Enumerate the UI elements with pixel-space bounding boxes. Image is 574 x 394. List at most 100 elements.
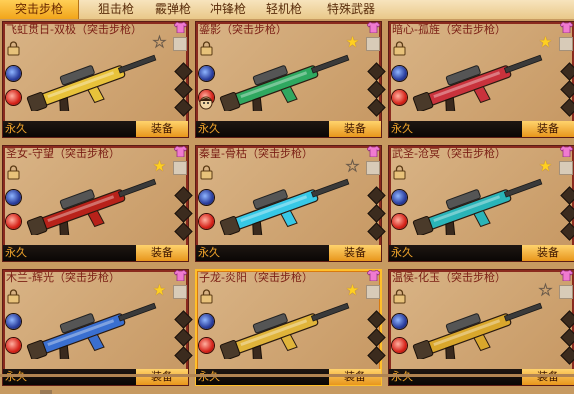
weapon-info-bar: 永久 装备: [3, 369, 188, 385]
lock-icon: [393, 41, 406, 56]
weapon-name: 圣女-守望（突击步枪）: [6, 147, 120, 160]
weapon-card[interactable]: 子龙-炎阳（突击步枪） ★: [193, 267, 386, 388]
select-checkbox[interactable]: [366, 37, 380, 51]
weapon-name: 暗心-孤旌（突击步枪）: [392, 23, 506, 36]
lock-icon: [393, 289, 406, 304]
equip-button[interactable]: 装备: [522, 245, 574, 261]
select-checkbox[interactable]: [559, 37, 573, 51]
skill-blue-icon: [392, 314, 407, 329]
tshirt-icon: [560, 146, 573, 157]
duration-label: 永久: [198, 370, 220, 384]
skill-blue-icon: [6, 190, 21, 205]
weapon-image: [219, 302, 350, 359]
favorite-star-icon[interactable]: ★: [152, 283, 167, 298]
equip-button[interactable]: 装备: [329, 245, 381, 261]
equip-button[interactable]: 装备: [329, 121, 381, 137]
tshirt-icon: [367, 146, 380, 157]
weapon-info-bar: 永久 装备: [389, 245, 574, 261]
weapon-image: [26, 302, 157, 359]
weapon-image: [219, 178, 350, 235]
tab-lmg[interactable]: 轻机枪: [258, 0, 310, 19]
skill-red-icon: [392, 338, 407, 353]
duration-label: 永久: [391, 370, 413, 384]
weapon-card[interactable]: 武圣-沧冥（突击步枪） ★ 永久 装备: [386, 143, 574, 264]
weapon-image: [412, 178, 543, 235]
favorite-star-icon[interactable]: ★: [345, 283, 360, 298]
favorite-star-icon[interactable]: ★: [538, 159, 553, 174]
select-checkbox[interactable]: [173, 285, 187, 299]
weapon-name: 秦皇-骨枯（突击步枪）: [199, 147, 313, 160]
tshirt-icon: [174, 22, 187, 33]
tab-shotgun[interactable]: 霰弹枪: [147, 0, 199, 19]
favorite-star-icon[interactable]: ★: [538, 35, 553, 50]
favorite-star-icon[interactable]: ★: [152, 34, 167, 50]
favorite-star-icon[interactable]: ★: [345, 35, 360, 50]
weapon-name: 鎏影（突击步枪）: [199, 23, 287, 36]
lock-icon: [200, 41, 213, 56]
weapon-info-bar: 永久 装备: [196, 245, 381, 261]
weapon-info-bar: 永久 装备: [3, 121, 188, 137]
favorite-star-icon[interactable]: ★: [152, 159, 167, 174]
select-checkbox[interactable]: [173, 37, 187, 51]
equip-button[interactable]: 装备: [136, 369, 188, 385]
select-checkbox[interactable]: [366, 285, 380, 299]
skill-blue-icon: [392, 66, 407, 81]
tab-special-weapons[interactable]: 特殊武器: [318, 0, 384, 19]
weapon-card[interactable]: 飞虹贯日-双极（突击步枪） ★ 永久 装备: [0, 19, 193, 140]
favorite-star-icon[interactable]: ★: [345, 158, 360, 174]
equip-button[interactable]: 装备: [136, 245, 188, 261]
equip-button[interactable]: 装备: [136, 121, 188, 137]
favorite-star-icon[interactable]: ★: [538, 282, 553, 298]
tab-sniper-rifle[interactable]: 狙击枪: [90, 0, 142, 19]
duration-label: 永久: [391, 122, 413, 135]
skill-red-icon: [199, 214, 214, 229]
lock-icon: [200, 289, 213, 304]
lock-icon: [7, 289, 20, 304]
weapon-image: [26, 178, 157, 235]
skill-blue-icon: [199, 190, 214, 205]
duration-label: 永久: [5, 122, 27, 135]
equip-button[interactable]: 装备: [329, 369, 381, 385]
weapon-name: 子龙-炎阳（突击步枪）: [199, 271, 313, 284]
equip-button[interactable]: 装备: [522, 369, 574, 385]
skill-blue-icon: [6, 314, 21, 329]
lock-icon: [393, 165, 406, 180]
lock-icon: [7, 165, 20, 180]
select-checkbox[interactable]: [366, 161, 380, 175]
weapon-card[interactable]: 木兰-辉光（突击步枪） ★: [0, 267, 193, 388]
duration-label: 永久: [198, 122, 220, 135]
weapon-card[interactable]: 秦皇-骨枯（突击步枪） ★ 永久 装备: [193, 143, 386, 264]
equip-button[interactable]: 装备: [522, 121, 574, 137]
scrollbar-thumb[interactable]: [40, 390, 52, 394]
duration-label: 永久: [391, 246, 413, 259]
weapon-card[interactable]: 暗心-孤旌（突击步枪） ★ 永久 装备: [386, 19, 574, 140]
tshirt-icon: [174, 270, 187, 281]
weapon-image: [412, 302, 543, 359]
select-checkbox[interactable]: [559, 161, 573, 175]
select-checkbox[interactable]: [559, 285, 573, 299]
weapon-category-tabs: 突击步枪 狙击枪 霰弹枪 冲锋枪 轻机枪 特殊武器: [0, 0, 574, 20]
weapon-info-bar: 永久 装备: [389, 121, 574, 137]
weapon-card[interactable]: 圣女-守望（突击步枪） ★ 永久 装备: [0, 143, 193, 264]
tshirt-icon: [560, 22, 573, 33]
skill-red-icon: [6, 214, 21, 229]
weapon-card[interactable]: 鎏影（突击步枪） ★ 永久 装备: [193, 19, 386, 140]
tshirt-icon: [560, 270, 573, 281]
duration-label: 永久: [5, 370, 27, 384]
select-checkbox[interactable]: [173, 161, 187, 175]
bottom-divider: [0, 374, 574, 377]
skill-blue-icon: [6, 66, 21, 81]
tab-assault-rifle[interactable]: 突击步枪: [0, 0, 79, 19]
tab-smg[interactable]: 冲锋枪: [202, 0, 254, 19]
lock-icon: [7, 41, 20, 56]
weapon-grid: 飞虹贯日-双极（突击步枪） ★ 永久 装备 鎏影（突击步枪） ★ 永久 装备 暗…: [0, 19, 574, 394]
duration-label: 永久: [198, 246, 220, 259]
weapon-name: 武圣-沧冥（突击步枪）: [392, 147, 506, 160]
weapon-image: [26, 54, 157, 111]
skill-blue-icon: [199, 66, 214, 81]
weapon-name: 飞虹贯日-双极（突击步枪）: [6, 23, 142, 36]
skill-blue-icon: [199, 314, 214, 329]
skill-red-icon: [199, 338, 214, 353]
weapon-card[interactable]: 温侯-化玉（突击步枪） ★: [386, 267, 574, 388]
duration-label: 永久: [5, 246, 27, 259]
